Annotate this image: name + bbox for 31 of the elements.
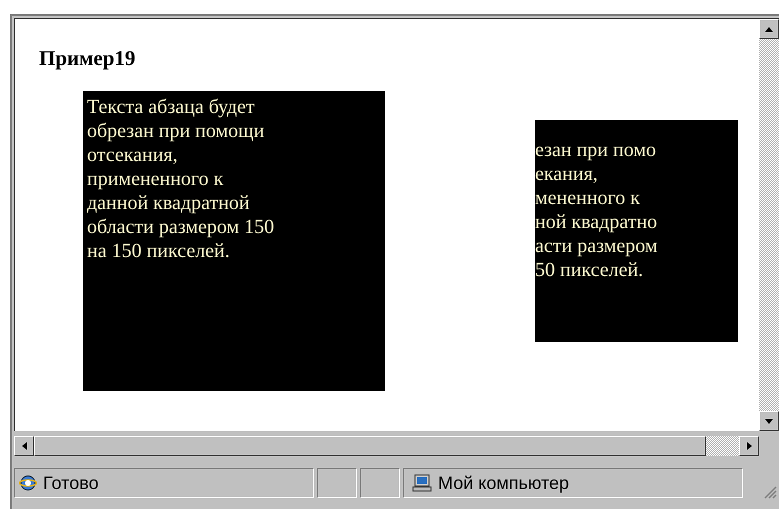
status-panel bbox=[360, 468, 400, 498]
text-line: данной квадратной bbox=[87, 191, 251, 215]
resize-grip[interactable] bbox=[763, 485, 777, 499]
computer-icon bbox=[412, 474, 432, 492]
text-line: мененного к bbox=[535, 186, 641, 210]
status-panel bbox=[317, 468, 357, 498]
text-line: езан при помо bbox=[535, 138, 657, 162]
down-arrow-icon bbox=[765, 418, 773, 424]
text-line: на 150 пикселей. bbox=[87, 239, 231, 263]
text-line: ной квадратно bbox=[535, 210, 658, 234]
text-line: екания, bbox=[535, 162, 599, 186]
text-line: асти размером bbox=[535, 234, 658, 258]
right-arrow-icon bbox=[746, 442, 752, 450]
text-line: обрезан при помощи bbox=[87, 119, 266, 143]
left-arrow-icon bbox=[22, 442, 26, 450]
scroll-thumb[interactable] bbox=[34, 436, 706, 456]
scroll-down-button[interactable] bbox=[759, 411, 779, 431]
scroll-right-button[interactable] bbox=[739, 436, 759, 456]
up-arrow-icon bbox=[765, 26, 773, 32]
vertical-scrollbar[interactable] bbox=[759, 19, 779, 431]
scroll-left-button[interactable] bbox=[14, 436, 34, 456]
zone-text: Мой компьютер bbox=[438, 472, 570, 494]
globe-icon bbox=[19, 474, 37, 492]
text-line: примененного к bbox=[87, 167, 224, 191]
text-line: Текста абзаца будет bbox=[87, 95, 256, 119]
text-line: 50 пикселей. bbox=[535, 258, 644, 282]
text-line: отсекания, bbox=[87, 143, 179, 167]
status-text: Готово bbox=[43, 472, 99, 494]
text-line: области размером 150 bbox=[87, 215, 276, 239]
page-heading: Пример19 bbox=[39, 46, 136, 71]
scroll-up-button[interactable] bbox=[759, 19, 779, 39]
